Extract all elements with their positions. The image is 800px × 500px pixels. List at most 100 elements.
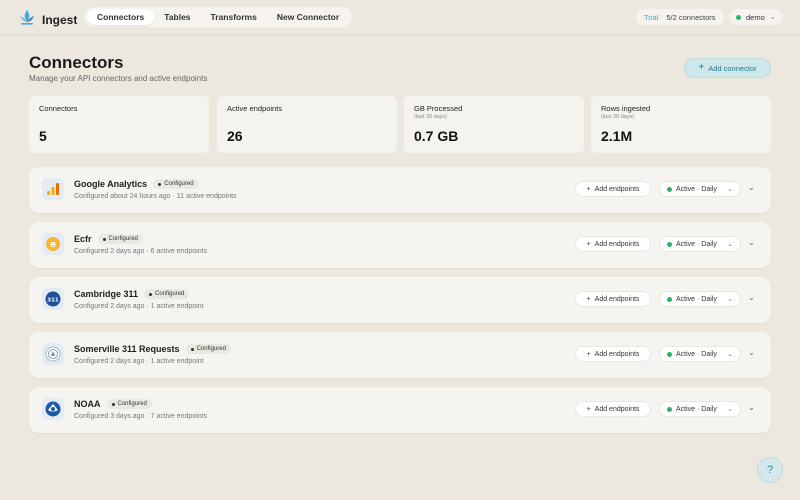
account-name: demo: [746, 12, 765, 22]
status-label: Active · Daily: [676, 240, 717, 248]
tab-tables[interactable]: Tables: [154, 9, 200, 25]
stat-value: 0.7 GB: [414, 128, 459, 144]
add-endpoints-button[interactable]: + Add endpoints: [575, 181, 651, 197]
ecfr-icon: e: [42, 233, 64, 255]
stat-card-active-endpoints: Active endpoints 26: [217, 96, 397, 153]
add-endpoints-button[interactable]: + Add endpoints: [575, 236, 651, 252]
help-icon: ?: [766, 464, 774, 476]
expand-chevron-icon[interactable]: ⌄: [748, 403, 755, 412]
help-button[interactable]: ?: [757, 457, 783, 483]
badge-dot-icon: [102, 237, 106, 241]
connector-name: NOAA Configured: [74, 399, 152, 409]
stat-sublabel: (last 30 days): [414, 114, 448, 120]
top-bar: Ingest Connectors Tables Transforms New …: [0, 0, 800, 34]
add-endpoints-button[interactable]: + Add endpoints: [575, 346, 651, 362]
connector-meta: Configured 2 days ago · 1 active endpoin…: [74, 358, 204, 365]
tab-connectors[interactable]: Connectors: [87, 9, 155, 25]
ingest-logo-icon: [18, 8, 36, 31]
expand-chevron-icon[interactable]: ⌄: [748, 238, 755, 247]
schedule-status-select[interactable]: Active · Daily ⌄: [659, 181, 741, 197]
expand-chevron-icon[interactable]: ⌄: [748, 293, 755, 302]
configured-badge: Configured: [106, 399, 152, 409]
page-title: Connectors: [29, 53, 124, 72]
chevron-down-icon: ⌄: [727, 241, 733, 248]
connector-row-somerville-311[interactable]: Somerville 311 Requests Configured Confi…: [29, 332, 771, 378]
schedule-status-select[interactable]: Active · Daily ⌄: [659, 346, 741, 362]
add-connector-button[interactable]: + Add connector: [684, 58, 771, 78]
plus-icon: +: [586, 295, 591, 303]
add-endpoints-button[interactable]: + Add endpoints: [575, 291, 651, 307]
tab-new-connector[interactable]: New Connector: [267, 9, 349, 25]
status-label: Active · Daily: [676, 405, 717, 413]
plus-icon: +: [698, 62, 705, 73]
chevron-down-icon: ⌄: [727, 296, 733, 303]
svg-text:e: e: [50, 240, 56, 250]
badge-label: Configured: [155, 291, 185, 297]
connector-row-ecfr[interactable]: e Ecfr Configured Configured 2 days ago …: [29, 222, 771, 268]
trial-connector-count: 5/2 connectors: [666, 12, 716, 22]
online-status-icon: [736, 14, 741, 20]
somerville-311-icon: [42, 343, 64, 365]
add-endpoints-label: Add endpoints: [594, 185, 640, 193]
connector-row-cambridge-311[interactable]: 311 Cambridge 311 Configured Configured …: [29, 277, 771, 323]
stat-card-connectors: Connectors 5: [29, 96, 209, 153]
main-nav: Connectors Tables Transforms New Connect…: [84, 7, 353, 27]
stat-sublabel: (last 30 days): [601, 114, 635, 120]
status-dot-icon: [667, 241, 672, 247]
connector-row-noaa[interactable]: NOAA Configured Configured 3 days ago · …: [29, 387, 771, 433]
account-menu[interactable]: demo ⌄: [729, 9, 783, 25]
stat-label: Rows ingested: [601, 104, 651, 113]
schedule-status-select[interactable]: Active · Daily ⌄: [659, 401, 741, 417]
connector-name: Ecfr Configured: [74, 234, 143, 244]
google-analytics-icon: [42, 178, 64, 200]
chevron-down-icon: ⌄: [727, 186, 733, 193]
chevron-down-icon: ⌄: [727, 351, 733, 358]
status-dot-icon: [667, 406, 672, 412]
stat-value: 26: [227, 128, 243, 144]
connector-meta: Configured 3 days ago · 7 active endpoin…: [74, 413, 208, 420]
expand-chevron-icon[interactable]: ⌄: [748, 183, 755, 192]
trial-label: Trial: [644, 12, 659, 22]
add-endpoints-button[interactable]: + Add endpoints: [575, 401, 651, 417]
connector-row-google-analytics[interactable]: Google Analytics Configured Configured a…: [29, 167, 771, 213]
badge-label: Configured: [117, 401, 147, 407]
badge-label: Configured: [108, 236, 138, 242]
stat-label: Active endpoints: [227, 104, 283, 113]
tab-transforms[interactable]: Transforms: [201, 9, 267, 25]
add-endpoints-label: Add endpoints: [594, 240, 640, 248]
trial-status[interactable]: Trial 5/2 connectors: [636, 9, 724, 25]
connector-name-text: Somerville 311 Requests: [74, 344, 180, 354]
configured-badge: Configured: [185, 344, 231, 354]
expand-chevron-icon[interactable]: ⌄: [748, 348, 755, 357]
badge-dot-icon: [158, 182, 162, 186]
plus-icon: +: [586, 405, 591, 413]
stat-value: 5: [39, 128, 47, 144]
stat-value: 2.1M: [601, 128, 633, 144]
add-endpoints-label: Add endpoints: [594, 350, 640, 358]
badge-dot-icon: [149, 292, 153, 296]
add-endpoints-label: Add endpoints: [594, 405, 640, 413]
badge-dot-icon: [111, 402, 115, 406]
schedule-status-select[interactable]: Active · Daily ⌄: [659, 236, 741, 252]
svg-text:311: 311: [47, 298, 59, 304]
status-dot-icon: [667, 296, 672, 302]
app-logo[interactable]: Ingest: [18, 8, 77, 31]
chevron-down-icon: ⌄: [769, 14, 776, 21]
plus-icon: +: [586, 240, 591, 248]
divider: [0, 34, 800, 35]
badge-label: Configured: [196, 346, 226, 352]
status-dot-icon: [667, 351, 672, 357]
noaa-icon: [42, 398, 64, 420]
connector-meta: Configured about 24 hours ago · 11 activ…: [74, 193, 237, 200]
stat-card-gb-processed: GB Processed (last 30 days) 0.7 GB: [404, 96, 584, 153]
cambridge-311-icon: 311: [42, 288, 64, 310]
chevron-down-icon: ⌄: [727, 406, 733, 413]
schedule-status-select[interactable]: Active · Daily ⌄: [659, 291, 741, 307]
plus-icon: +: [586, 185, 591, 193]
configured-badge: Configured: [153, 179, 199, 189]
connector-meta: Configured 2 days ago · 6 active endpoin…: [74, 248, 208, 255]
connector-name-text: Cambridge 311: [74, 289, 139, 299]
status-label: Active · Daily: [676, 350, 717, 358]
add-connector-label: Add connector: [708, 63, 757, 73]
page-subtitle: Manage your API connectors and active en…: [29, 74, 208, 83]
